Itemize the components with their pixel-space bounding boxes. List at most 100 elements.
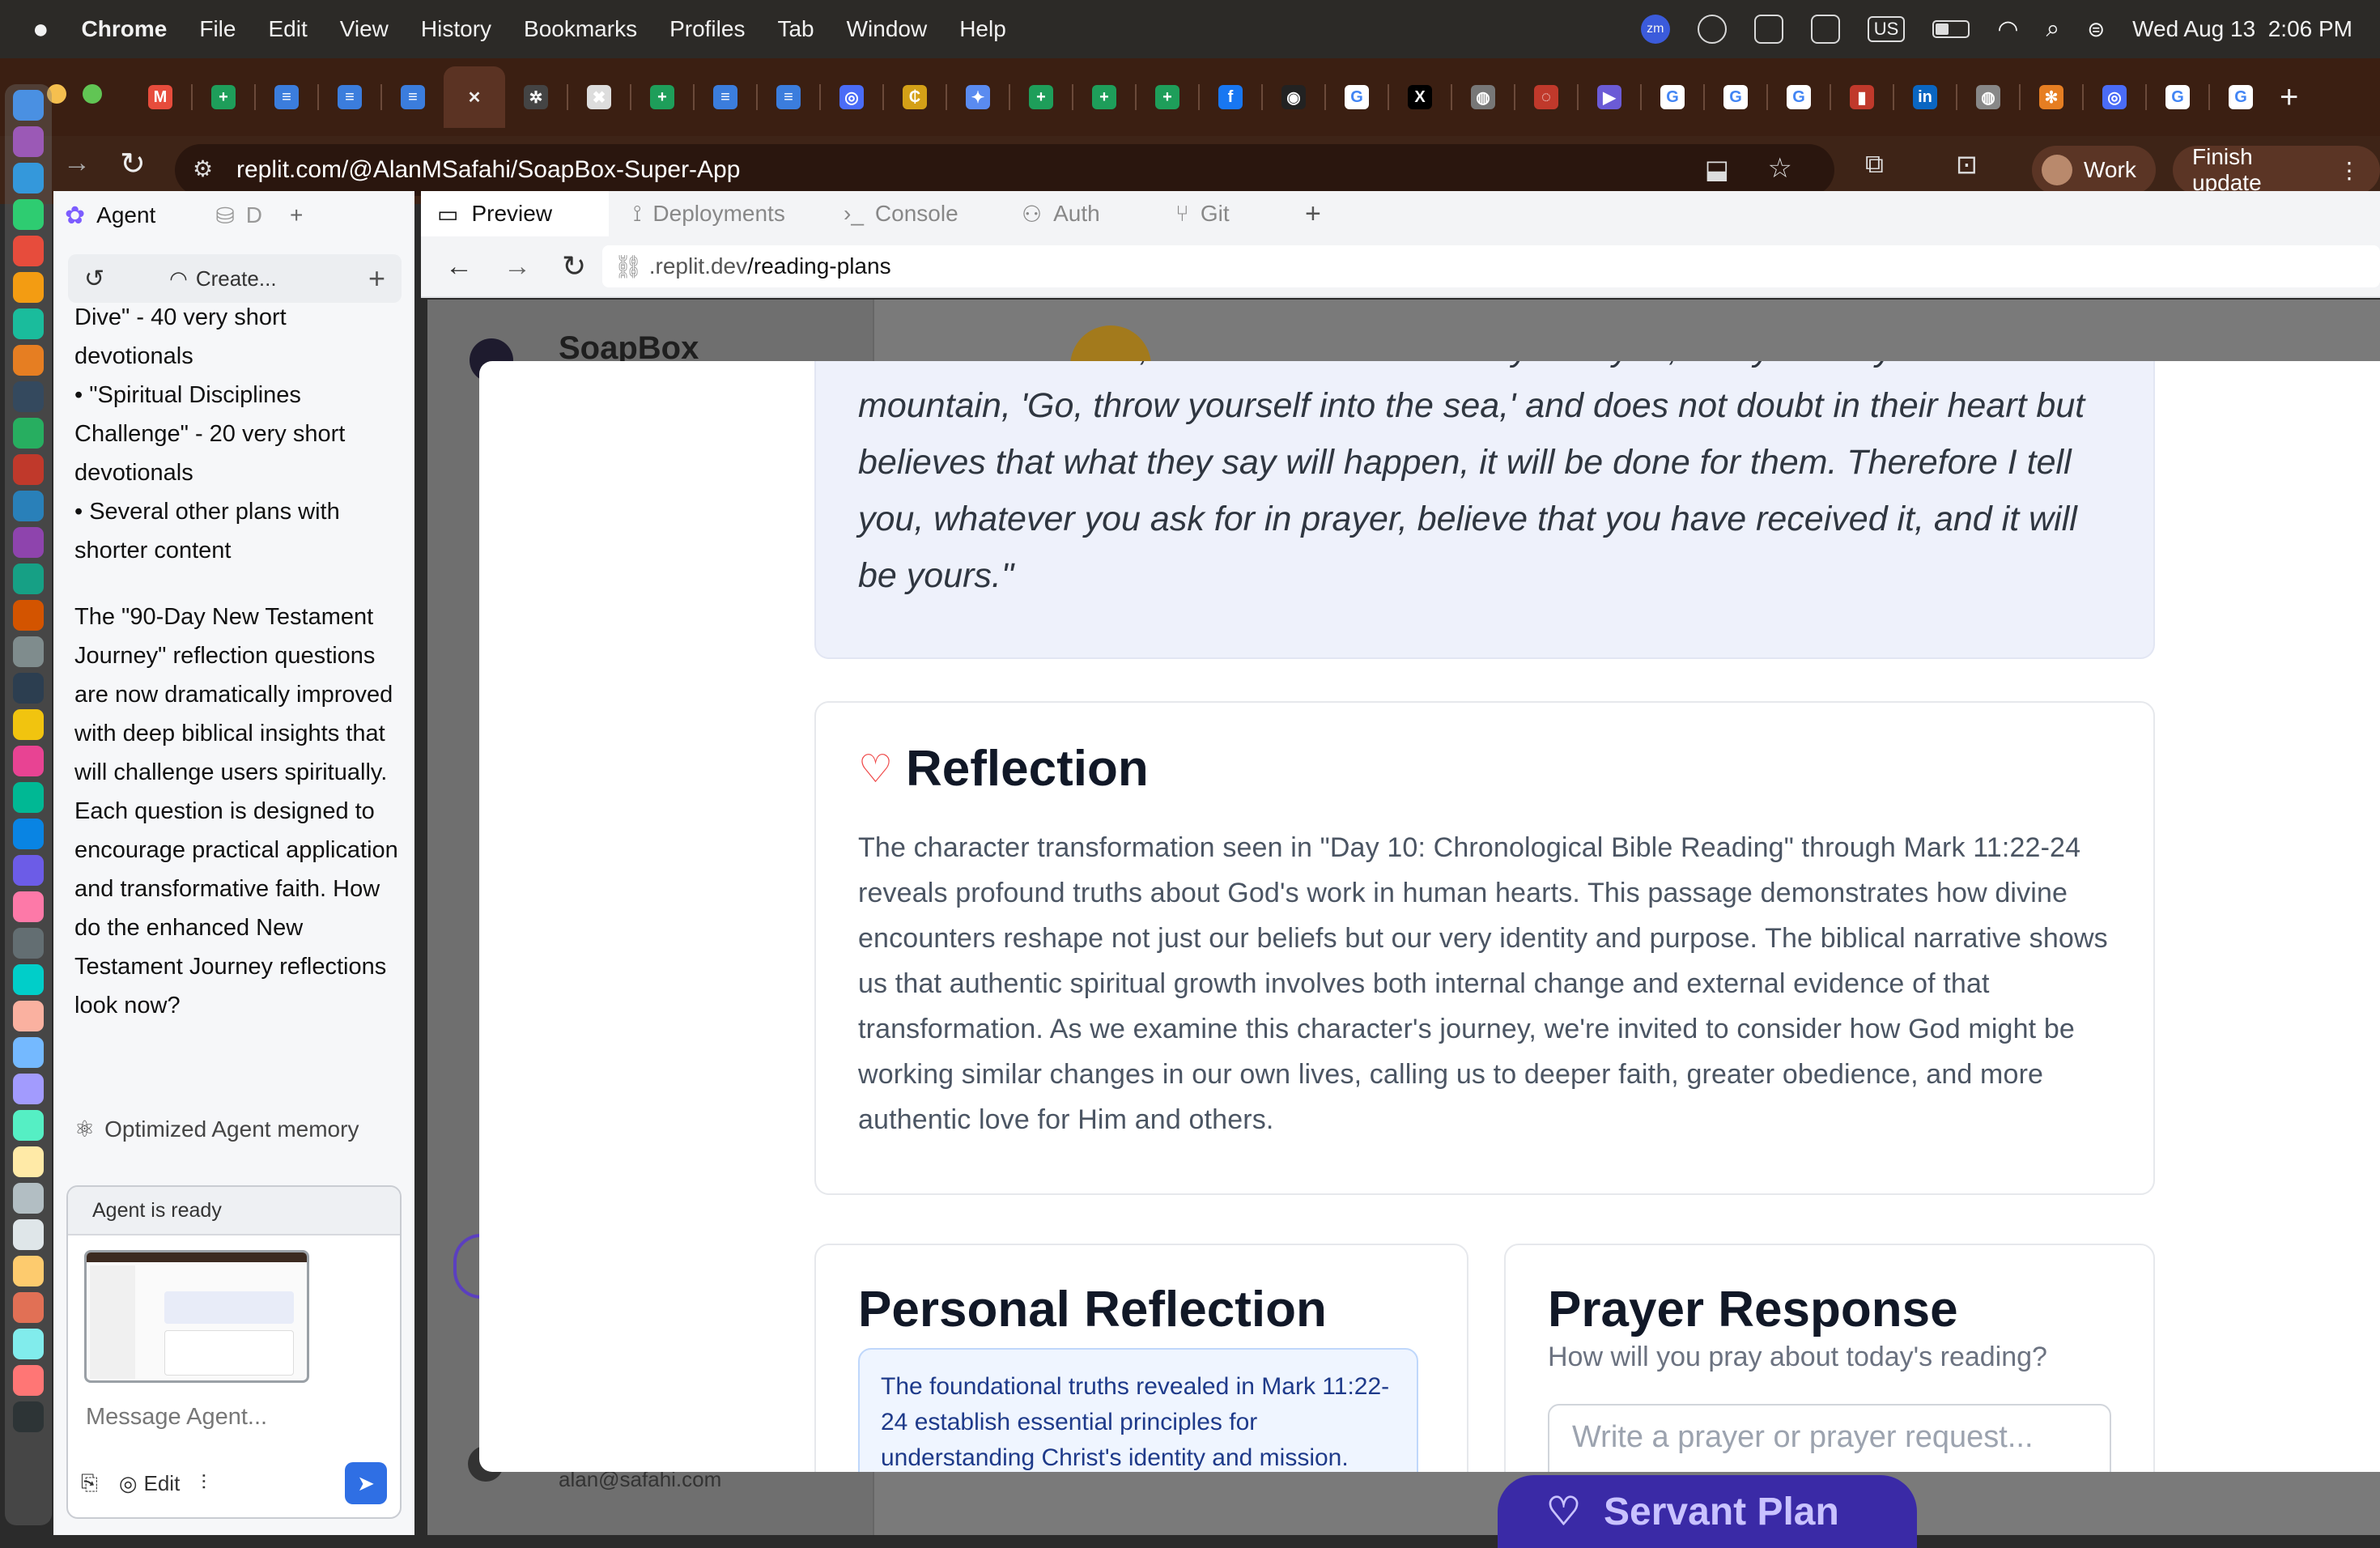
- search-icon[interactable]: ⌕: [2046, 15, 2060, 43]
- prayer-textarea[interactable]: Write a prayer or prayer request...: [1548, 1404, 2111, 1472]
- dock-app-icon[interactable]: [13, 964, 44, 995]
- message-input[interactable]: Message Agent...: [86, 1404, 400, 1431]
- profile-button[interactable]: Work: [2032, 146, 2156, 194]
- add-workspace-tab-icon[interactable]: +: [1305, 198, 1321, 230]
- dock-app-icon[interactable]: [13, 454, 44, 485]
- browser-tab[interactable]: G: [2210, 66, 2272, 128]
- dock-app-icon[interactable]: [13, 1146, 44, 1177]
- dock-app-icon[interactable]: [13, 782, 44, 813]
- tab-deployments[interactable]: ⟟ Deployments: [609, 201, 819, 228]
- browser-tab[interactable]: ◎: [2084, 66, 2145, 128]
- menu-view[interactable]: View: [340, 16, 389, 42]
- browser-tab[interactable]: +: [1010, 66, 1072, 128]
- accessibility-icon[interactable]: [1697, 15, 1727, 44]
- preview-url[interactable]: ⛓ .replit.dev/reading-plans: [602, 245, 2380, 287]
- bookmark-star-icon[interactable]: ☆: [1768, 152, 1792, 185]
- dock-app-icon[interactable]: [13, 1256, 44, 1286]
- dock-app-icon[interactable]: [13, 1037, 44, 1068]
- dock-app-icon[interactable]: [13, 855, 44, 886]
- browser-tab[interactable]: ✖: [568, 66, 630, 128]
- browser-tab[interactable]: +: [1073, 66, 1135, 128]
- attach-icon[interactable]: ⎘: [81, 1470, 98, 1496]
- menu-history[interactable]: History: [421, 16, 491, 42]
- dock-app-icon[interactable]: [13, 90, 44, 121]
- browser-tab[interactable]: ◉: [1263, 66, 1324, 128]
- dock-app-icon[interactable]: [13, 928, 44, 959]
- tab-search-icon[interactable]: ⊡: [1956, 149, 1978, 180]
- dock-app-icon[interactable]: [13, 709, 44, 740]
- url-text[interactable]: replit.com/@AlanMSafahi/SoapBox-Super-Ap…: [236, 156, 740, 184]
- browser-tab[interactable]: ✦: [947, 66, 1009, 128]
- browser-tab[interactable]: +: [1137, 66, 1198, 128]
- dock-app-icon[interactable]: [13, 563, 44, 594]
- browser-tab[interactable]: G: [2147, 66, 2208, 128]
- dock-app-icon[interactable]: [13, 1219, 44, 1250]
- browser-tab[interactable]: G: [1705, 66, 1766, 128]
- dock-app-icon[interactable]: [13, 1183, 44, 1214]
- dock-app-icon[interactable]: [13, 819, 44, 849]
- browser-tab[interactable]: +: [631, 66, 693, 128]
- dock-app-icon[interactable]: [13, 126, 44, 157]
- menu-window[interactable]: Window: [847, 16, 928, 42]
- zoom-icon[interactable]: zm: [1640, 15, 1670, 44]
- extensions-icon[interactable]: ⧉: [1865, 149, 1884, 180]
- dock-app-icon[interactable]: [13, 272, 44, 303]
- browser-tab[interactable]: ◍: [1452, 66, 1514, 128]
- browser-tab[interactable]: ◌: [1515, 66, 1577, 128]
- site-info-icon[interactable]: ⚙: [193, 155, 213, 182]
- dock-app-icon[interactable]: [13, 1074, 44, 1104]
- create-label[interactable]: Create...: [196, 266, 277, 291]
- new-chat-icon[interactable]: +: [368, 262, 385, 296]
- teams-icon[interactable]: [1810, 15, 1840, 44]
- dock-app-icon[interactable]: [13, 381, 44, 412]
- tab-database[interactable]: D: [246, 202, 262, 228]
- dock-app-icon[interactable]: [13, 1365, 44, 1396]
- browser-tab[interactable]: G: [1326, 66, 1388, 128]
- settings-sliders-icon[interactable]: ⫶: [201, 1470, 206, 1496]
- browser-tab[interactable]: G: [1768, 66, 1830, 128]
- browser-tab[interactable]: f: [1200, 66, 1261, 128]
- menu-file[interactable]: File: [199, 16, 236, 42]
- dock-app-icon[interactable]: [13, 1001, 44, 1031]
- dock-app-icon[interactable]: [13, 199, 44, 230]
- menu-help[interactable]: Help: [959, 16, 1006, 42]
- dock-app-icon[interactable]: [13, 673, 44, 704]
- browser-tab[interactable]: G: [1642, 66, 1703, 128]
- dock-app-icon[interactable]: [13, 1329, 44, 1359]
- forward-icon[interactable]: →: [504, 251, 531, 283]
- history-icon[interactable]: ↺: [84, 265, 104, 293]
- tab-agent[interactable]: Agent: [96, 202, 155, 228]
- address-bar[interactable]: ⚙ replit.com/@AlanMSafahi/SoapBox-Super-…: [175, 144, 1834, 196]
- browser-tab[interactable]: ✻: [2021, 66, 2082, 128]
- tab-preview[interactable]: ▭ Preview: [421, 191, 609, 236]
- tab-git[interactable]: ⑂ Git: [1151, 201, 1281, 227]
- browser-tab[interactable]: ▶: [1579, 66, 1640, 128]
- reload-icon[interactable]: ↻: [120, 146, 146, 182]
- screenshot-attachment[interactable]: [84, 1250, 309, 1383]
- dock-app-icon[interactable]: [13, 600, 44, 631]
- apple-icon[interactable]: ●: [32, 14, 49, 45]
- menu-bookmarks[interactable]: Bookmarks: [524, 16, 637, 42]
- wifi-icon[interactable]: ◠: [1997, 15, 2018, 44]
- browser-tab[interactable]: ≡: [758, 66, 819, 128]
- forward-icon[interactable]: →: [63, 147, 91, 179]
- battery-icon[interactable]: [1932, 20, 1970, 38]
- add-tab-icon[interactable]: +: [290, 202, 303, 228]
- send-button[interactable]: ➤: [345, 1462, 387, 1504]
- outlook-icon[interactable]: [1753, 15, 1783, 44]
- keyboard-input-icon[interactable]: US: [1867, 16, 1906, 42]
- datetime[interactable]: Wed Aug 13 2:06 PM: [2132, 16, 2352, 42]
- browser-tab[interactable]: X: [1389, 66, 1451, 128]
- zoom-window-button[interactable]: [83, 84, 102, 104]
- dock-app-icon[interactable]: [13, 418, 44, 449]
- install-app-icon[interactable]: ⬓: [1705, 154, 1729, 185]
- dock-app-icon[interactable]: [13, 1110, 44, 1141]
- menu-profiles[interactable]: Profiles: [669, 16, 745, 42]
- browser-tab[interactable]: ≡: [382, 66, 444, 128]
- dock-app-icon[interactable]: [13, 891, 44, 922]
- browser-tab[interactable]: ≡: [256, 66, 317, 128]
- dock-app-icon[interactable]: [13, 491, 44, 521]
- browser-tab[interactable]: ₵: [884, 66, 946, 128]
- browser-tab[interactable]: ≡: [319, 66, 380, 128]
- control-center-icon[interactable]: ⊜: [2087, 17, 2105, 42]
